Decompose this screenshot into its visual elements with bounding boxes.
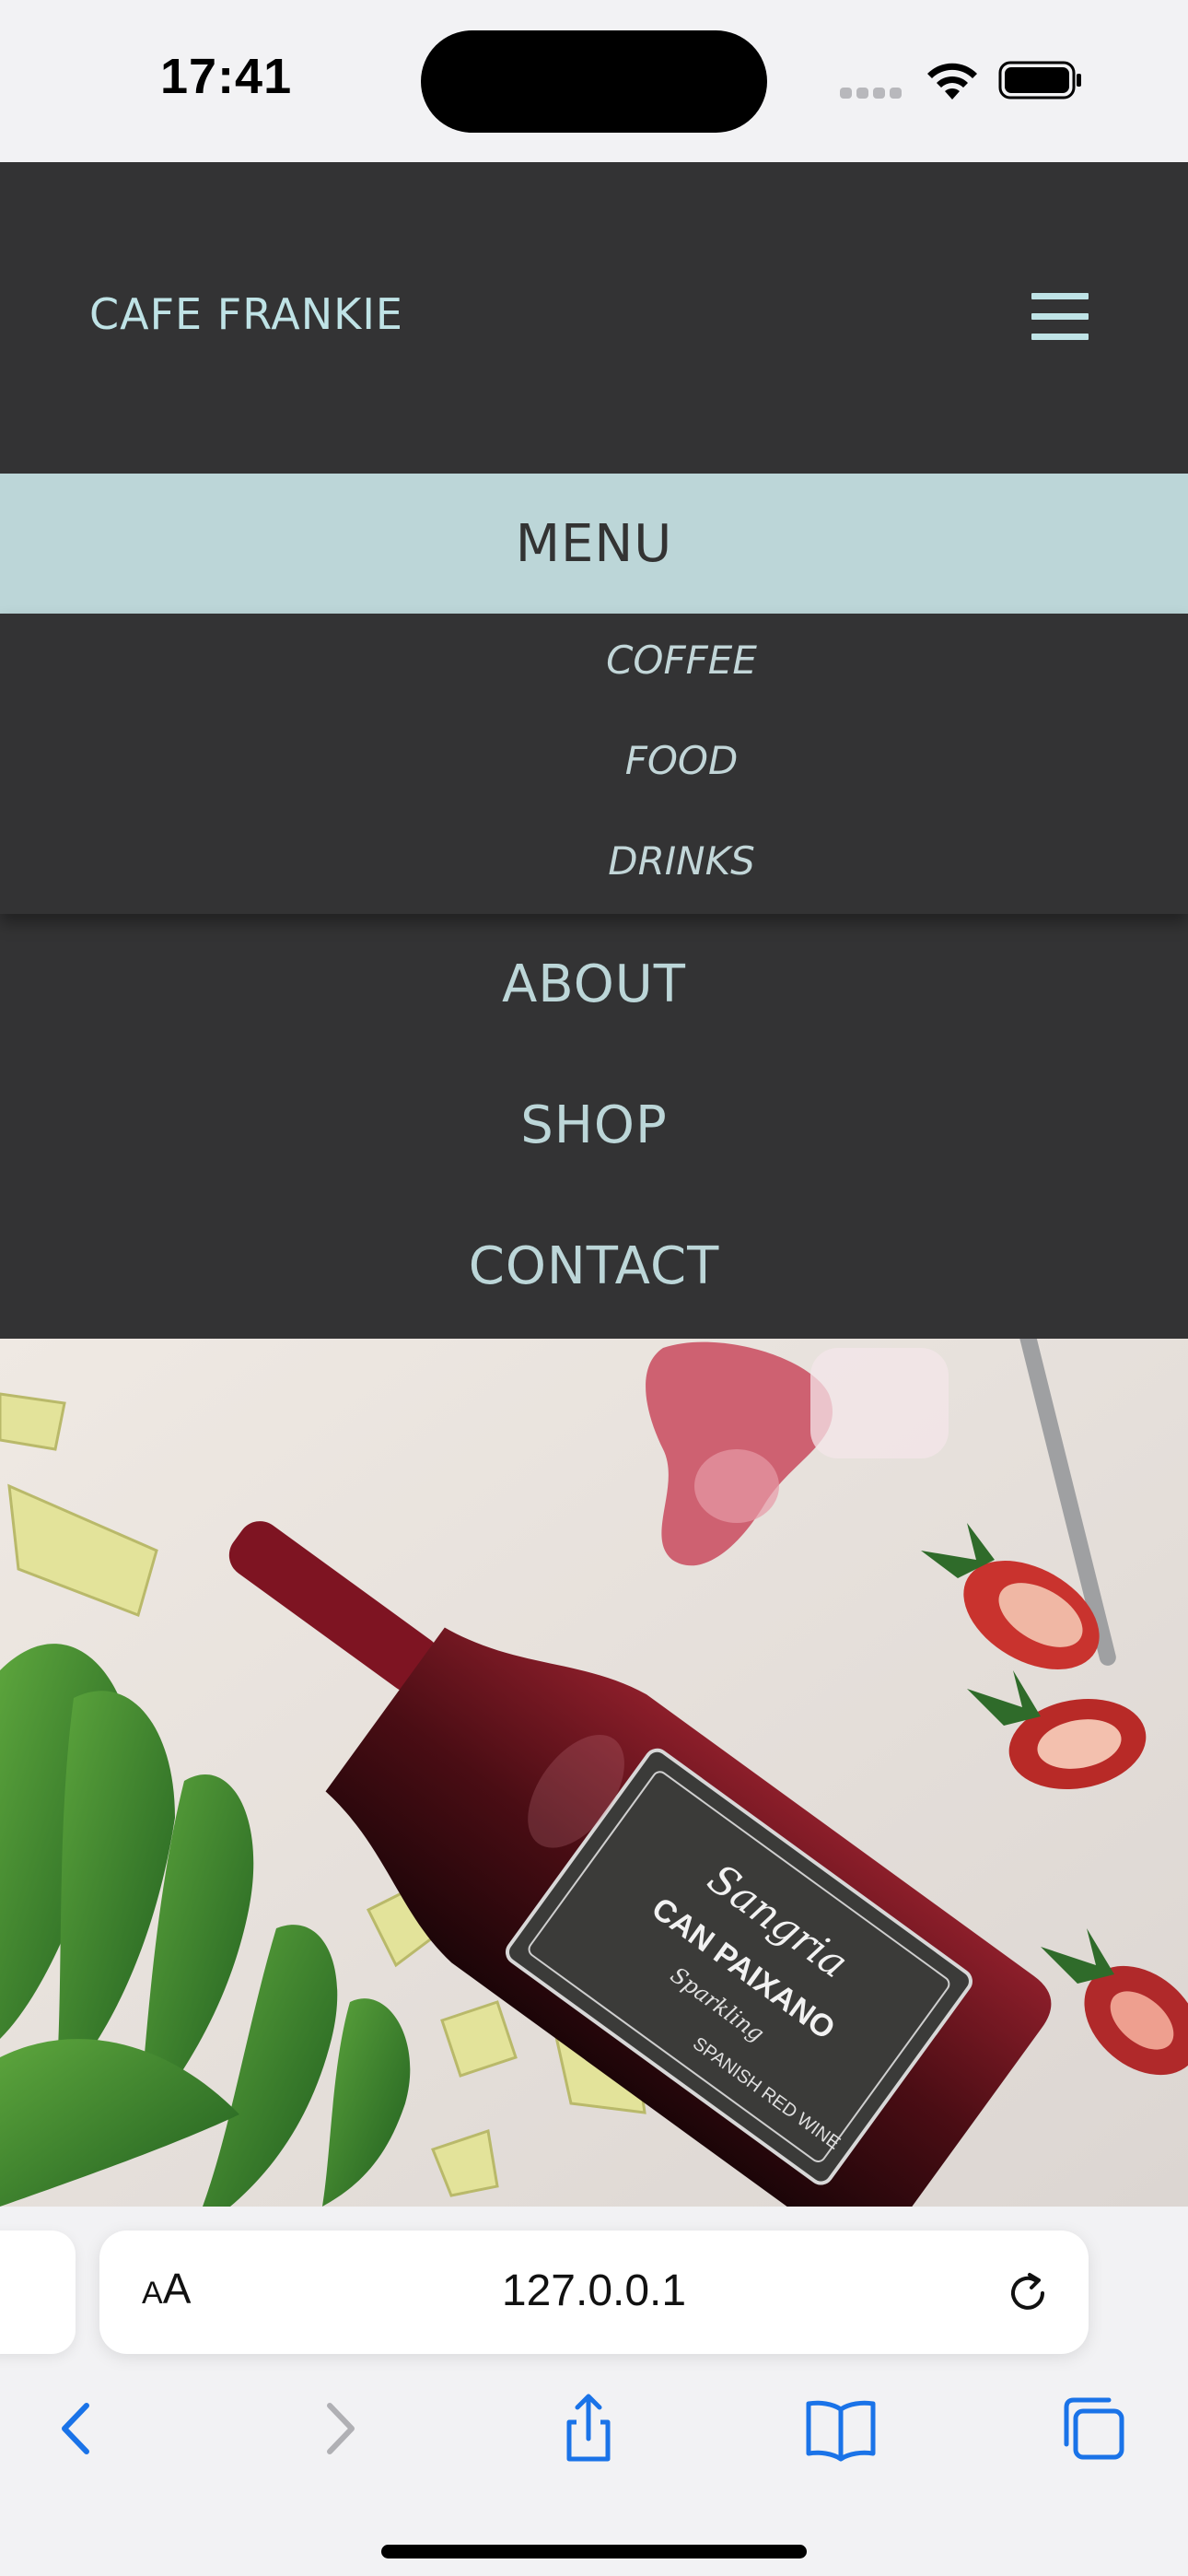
share-icon[interactable] (547, 2387, 630, 2470)
dynamic-island (421, 30, 767, 133)
browser-bottom-bar: AA 127.0.0.1 (0, 2207, 1188, 2576)
site-header: CAFE FRANKIE (0, 162, 1188, 474)
site-brand[interactable]: CAFE FRANKIE (89, 289, 403, 339)
home-indicator (381, 2545, 807, 2558)
submenu-item-drinks[interactable]: DRINKS (0, 838, 1188, 884)
sangria-bottle-image: Sangria CAN PAIXANO Sparkling SPANISH RE… (0, 1339, 1188, 2207)
battery-icon (998, 61, 1081, 100)
address-bar[interactable]: AA 127.0.0.1 (99, 2231, 1089, 2354)
nav-item-shop[interactable]: SHOP (0, 1095, 1188, 1155)
nav-item-menu[interactable]: MENU (0, 474, 1188, 614)
tabs-icon[interactable] (1052, 2387, 1135, 2470)
bookmarks-icon[interactable] (799, 2387, 882, 2470)
forward-icon[interactable] (297, 2387, 379, 2470)
nav-item-contact[interactable]: CONTACT (0, 1236, 1188, 1296)
menu-submenu: COFFEE FOOD DRINKS (0, 614, 1188, 914)
nav-item-about[interactable]: ABOUT (0, 954, 1188, 1014)
wifi-icon (927, 63, 977, 100)
back-icon[interactable] (37, 2387, 120, 2470)
submenu-item-food[interactable]: FOOD (0, 738, 1188, 783)
reload-icon[interactable] (1002, 2267, 1054, 2319)
previous-tab-preview[interactable] (0, 2231, 76, 2354)
hero-image: Sangria CAN PAIXANO Sparkling SPANISH RE… (0, 1339, 1188, 2207)
hamburger-icon[interactable] (1031, 293, 1089, 340)
status-time: 17:41 (160, 49, 293, 104)
nav-list: ABOUT SHOP CONTACT (0, 914, 1188, 1339)
cellular-signal-icon (840, 85, 906, 99)
url-text[interactable]: 127.0.0.1 (99, 2266, 1089, 2316)
submenu-item-coffee[interactable]: COFFEE (0, 638, 1188, 683)
status-bar: 17:41 (0, 0, 1188, 162)
